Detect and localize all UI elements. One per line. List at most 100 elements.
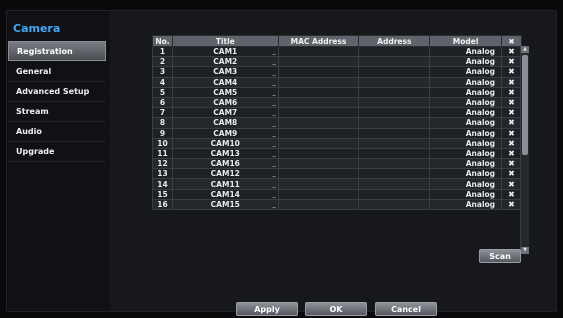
cell-title[interactable]: CAM5 _ xyxy=(171,86,279,98)
title-edit-mark[interactable]: _ xyxy=(273,48,276,55)
delete-icon[interactable]: ✖ xyxy=(501,188,522,200)
table-row[interactable]: 3 CAM3 _ Analog ✖ xyxy=(152,66,522,78)
cell-title[interactable]: CAM9 _ xyxy=(171,127,279,139)
table-row[interactable]: 6 CAM6 _ Analog ✖ xyxy=(152,96,522,109)
table-row[interactable]: 13 CAM12 _ Analog ✖ xyxy=(152,168,522,180)
cell-address xyxy=(358,117,431,129)
title-edit-mark[interactable]: _ xyxy=(273,170,276,177)
sidebar-item-audio[interactable]: Audio xyxy=(8,122,106,142)
scroll-up-icon[interactable]: ▲ xyxy=(521,46,529,53)
cell-no-text: 11 xyxy=(157,148,168,158)
sidebar-item-stream[interactable]: Stream xyxy=(8,102,106,122)
cell-title[interactable]: CAM16 _ xyxy=(171,158,279,170)
cell-title[interactable]: CAM7 _ xyxy=(171,107,279,119)
table-row[interactable]: 7 CAM7 _ Analog ✖ xyxy=(152,107,522,119)
cell-title-text: CAM11 xyxy=(210,179,240,189)
table-row[interactable]: 15 CAM14 _ Analog ✖ xyxy=(152,188,522,200)
cell-title[interactable]: CAM1 _ xyxy=(171,45,279,58)
table-row[interactable]: 14 CAM11 _ Analog ✖ xyxy=(152,178,522,190)
title-edit-mark[interactable]: _ xyxy=(273,191,276,198)
cell-title[interactable]: CAM2 _ xyxy=(171,56,279,68)
delete-icon[interactable]: ✖ xyxy=(501,107,522,119)
title-edit-mark[interactable]: _ xyxy=(273,99,276,106)
title-edit-mark[interactable]: _ xyxy=(273,109,276,116)
title-edit-mark[interactable]: _ xyxy=(273,150,276,157)
title-edit-mark[interactable]: _ xyxy=(273,79,276,86)
delete-icon[interactable]: ✖ xyxy=(501,96,522,109)
delete-icon-text: ✖ xyxy=(508,199,515,209)
table-row[interactable]: 16 CAM15 _ Analog ✖ xyxy=(152,198,522,211)
cell-model: Analog xyxy=(429,168,503,180)
delete-icon[interactable]: ✖ xyxy=(501,56,522,68)
delete-all-icon[interactable]: ✖ xyxy=(501,35,522,47)
delete-icon[interactable]: ✖ xyxy=(501,66,522,78)
sidebar-item-advanced-setup[interactable]: Advanced Setup xyxy=(8,82,106,102)
scroll-down-icon[interactable]: ▼ xyxy=(521,247,529,254)
table-row[interactable]: 8 CAM8 _ Analog ✖ xyxy=(152,117,522,129)
title-edit-mark[interactable]: _ xyxy=(273,120,276,127)
cell-no-text: 4 xyxy=(159,77,166,87)
cell-title[interactable]: CAM14 _ xyxy=(171,188,279,200)
title-edit-mark[interactable]: _ xyxy=(273,58,276,65)
cell-mac xyxy=(277,198,360,211)
title-edit-mark[interactable]: _ xyxy=(273,160,276,167)
delete-icon[interactable]: ✖ xyxy=(501,178,522,190)
cell-title-text: CAM5 xyxy=(213,87,238,97)
cell-title[interactable]: CAM10 _ xyxy=(171,137,279,149)
cell-model-text: Analog xyxy=(465,169,496,179)
cell-model: Analog xyxy=(429,107,503,119)
title-edit-mark[interactable]: _ xyxy=(273,181,276,188)
delete-icon-text: ✖ xyxy=(508,87,515,97)
table-scrollbar[interactable]: ▲ ▼ xyxy=(520,46,529,254)
cell-address xyxy=(358,198,431,211)
delete-icon[interactable]: ✖ xyxy=(501,117,522,129)
ok-button[interactable]: OK xyxy=(305,302,367,316)
title-edit-mark[interactable]: _ xyxy=(273,130,276,137)
cancel-button[interactable]: Cancel xyxy=(375,302,437,316)
table-row[interactable]: 4 CAM4 _ Analog ✖ xyxy=(152,76,522,88)
delete-icon[interactable]: ✖ xyxy=(501,147,522,160)
cell-address xyxy=(358,178,431,190)
scan-button[interactable]: Scan xyxy=(479,249,521,263)
cell-title[interactable]: CAM12 _ xyxy=(171,168,279,180)
delete-icon[interactable]: ✖ xyxy=(501,137,522,149)
cell-title[interactable]: CAM13 _ xyxy=(171,147,279,160)
delete-icon[interactable]: ✖ xyxy=(501,45,522,58)
delete-icon[interactable]: ✖ xyxy=(501,158,522,170)
cell-title[interactable]: CAM11 _ xyxy=(171,178,279,190)
cell-no-text: 12 xyxy=(157,159,168,169)
title-edit-mark[interactable]: _ xyxy=(273,89,276,96)
cell-address xyxy=(358,76,431,88)
delete-icon-text: ✖ xyxy=(508,138,515,148)
cell-no-text: 5 xyxy=(159,87,166,97)
delete-icon[interactable]: ✖ xyxy=(501,127,522,139)
table-row[interactable]: 11 CAM13 _ Analog ✖ xyxy=(152,147,522,160)
sidebar-item-upgrade[interactable]: Upgrade xyxy=(8,142,106,162)
title-edit-mark[interactable]: _ xyxy=(273,140,276,147)
delete-icon-text: ✖ xyxy=(508,67,515,77)
delete-icon[interactable]: ✖ xyxy=(501,198,522,211)
cell-title[interactable]: CAM15 _ xyxy=(171,198,279,211)
delete-icon[interactable]: ✖ xyxy=(501,76,522,88)
title-edit-mark[interactable]: _ xyxy=(273,201,276,208)
cell-title[interactable]: CAM3 _ xyxy=(171,66,279,78)
apply-button[interactable]: Apply xyxy=(236,302,298,316)
scroll-thumb[interactable] xyxy=(522,55,528,155)
cell-title[interactable]: CAM4 _ xyxy=(171,76,279,88)
delete-icon[interactable]: ✖ xyxy=(501,86,522,98)
cell-mac xyxy=(277,158,360,170)
cell-title-text: CAM3 xyxy=(213,67,238,77)
sidebar-item-general[interactable]: General xyxy=(8,62,106,82)
delete-icon[interactable]: ✖ xyxy=(501,168,522,180)
cell-title[interactable]: CAM6 _ xyxy=(171,96,279,109)
table-row[interactable]: 2 CAM2 _ Analog ✖ xyxy=(152,56,522,68)
table-row[interactable]: 10 CAM10 _ Analog ✖ xyxy=(152,137,522,149)
cell-no-text: 9 xyxy=(159,128,166,138)
table-row[interactable]: 5 CAM5 _ Analog ✖ xyxy=(152,86,522,98)
table-row[interactable]: 9 CAM9 _ Analog ✖ xyxy=(152,127,522,139)
cell-title[interactable]: CAM8 _ xyxy=(171,117,279,129)
table-row[interactable]: 12 CAM16 _ Analog ✖ xyxy=(152,158,522,170)
sidebar-item-registration[interactable]: Registration xyxy=(8,41,106,61)
title-edit-mark[interactable]: _ xyxy=(273,69,276,76)
table-row[interactable]: 1 CAM1 _ Analog ✖ xyxy=(152,45,522,58)
